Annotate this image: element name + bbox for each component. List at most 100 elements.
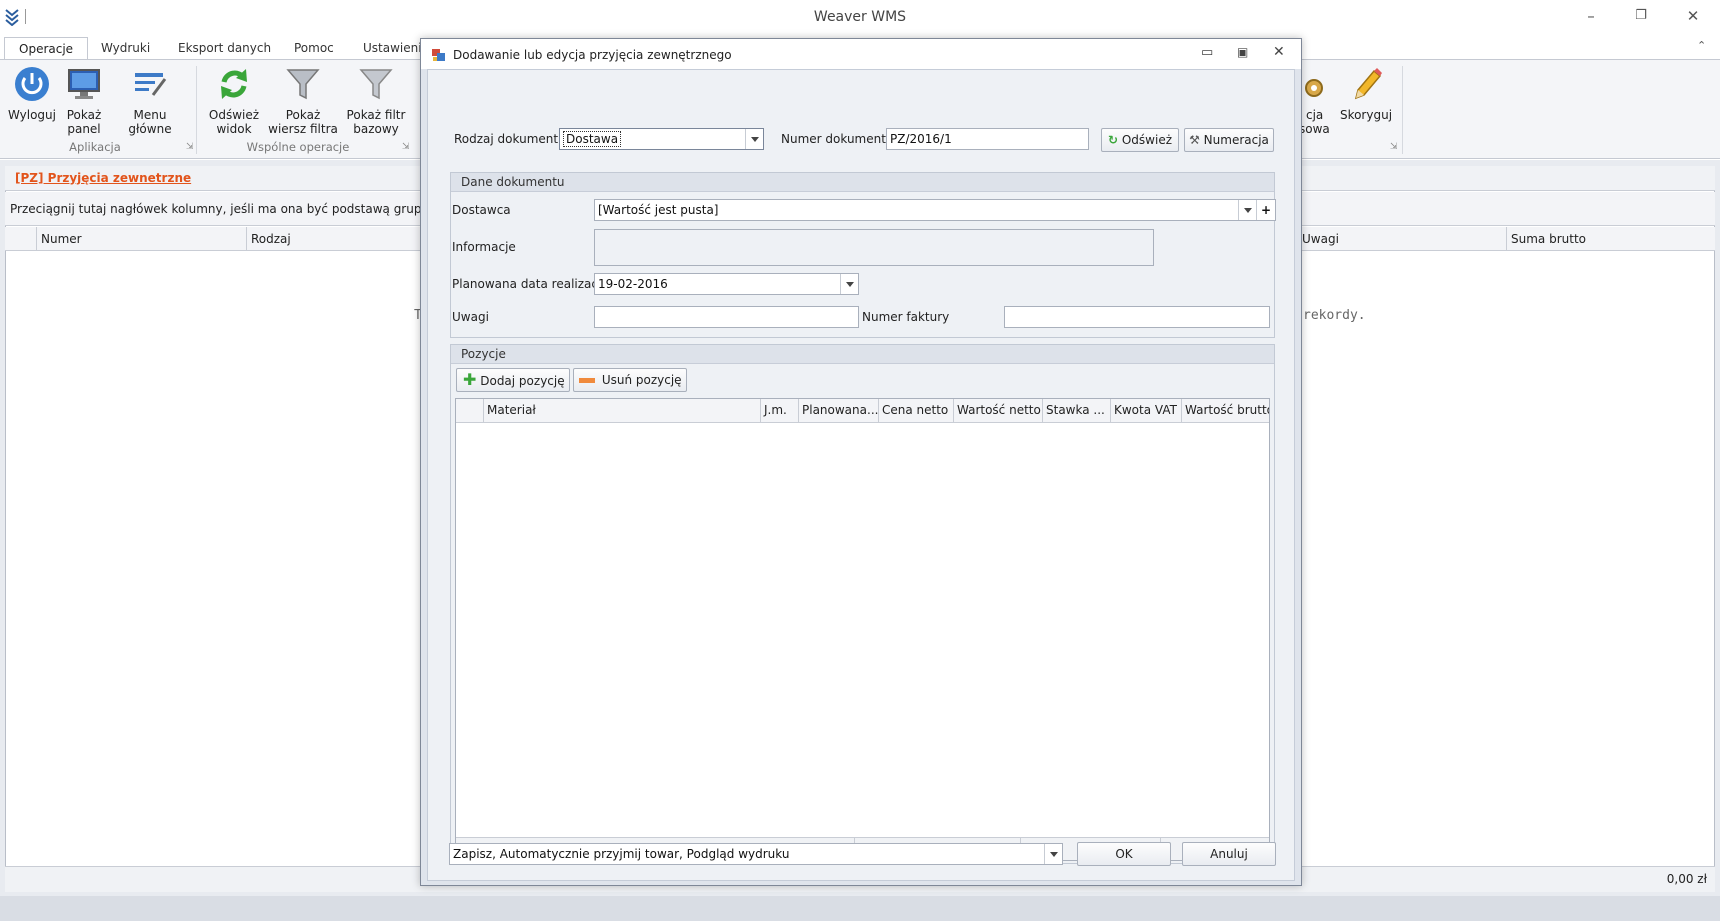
numbering-button[interactable]: ⚒ Numeracja — [1184, 128, 1274, 152]
refresh-button[interactable]: ↻ Odśwież — [1101, 128, 1179, 152]
correct-button[interactable]: Skoryguj — [1336, 64, 1396, 122]
info-field — [594, 229, 1154, 266]
show-base-filter-button[interactable]: Pokaż filtr bazowy — [346, 64, 406, 136]
empty-grid-hint-right: rekordy. — [1303, 308, 1366, 323]
group-label-wspolne: Wspólne operacje — [246, 140, 350, 154]
col-vat-rate[interactable]: Stawka ... — [1043, 399, 1111, 423]
save-action-value: Zapisz, Automatycznie przyjmij towar, Po… — [453, 847, 790, 861]
refresh-button-label: Odśwież — [1121, 133, 1173, 147]
col-gross-value[interactable]: Wartość brutto — [1182, 399, 1269, 423]
power-icon — [12, 64, 52, 104]
group-separator — [1402, 66, 1403, 154]
col-material[interactable]: Materiał — [484, 399, 761, 423]
refresh-icon — [214, 64, 254, 104]
plus-icon: ✚ — [463, 370, 477, 389]
remove-item-button[interactable]: Usuń pozycję — [573, 368, 687, 392]
tab-eksport-danych[interactable]: Eksport danych — [164, 37, 285, 60]
planned-date-label: Planowana data realizacji — [452, 277, 605, 291]
main-menu-icon — [130, 64, 170, 104]
add-supplier-icon[interactable]: + — [1256, 200, 1275, 220]
doc-kind-select[interactable]: Dostawa — [559, 128, 764, 150]
invoice-field[interactable] — [1004, 306, 1270, 328]
ok-button[interactable]: OK — [1077, 842, 1171, 866]
col-planned[interactable]: Planowana... — [799, 399, 879, 423]
col-net-price[interactable]: Cena netto — [879, 399, 954, 423]
doc-number-label: Numer dokumentu — [781, 132, 894, 146]
collapse-ribbon-icon[interactable]: ⌃ — [1697, 39, 1706, 52]
main-menu-label: Menu główne — [128, 108, 172, 136]
dialog-body: Rodzaj dokumentu Dostawa Numer dokumentu… — [427, 69, 1295, 881]
doc-kind-label: Rodzaj dokumentu — [454, 132, 566, 146]
column-header-uwagi[interactable]: Uwagi — [1301, 227, 1506, 251]
invoice-label: Numer faktury — [862, 310, 950, 324]
minimize-icon[interactable]: – — [1580, 6, 1602, 26]
dialog-titlebar: Dodawanie lub edycja przyjęcia zewnętrzn… — [421, 39, 1301, 69]
show-base-filter-label: Pokaż filtr bazowy — [346, 108, 406, 136]
chevron-down-icon[interactable] — [1044, 844, 1062, 864]
dialog-title: Dodawanie lub edycja przyjęcia zewnętrzn… — [453, 48, 732, 62]
save-action-select[interactable]: Zapisz, Automatycznie przyjmij towar, Po… — [449, 843, 1063, 865]
numbering-button-label: Numeracja — [1203, 133, 1269, 147]
monitor-icon — [64, 64, 104, 104]
items-grid-header: Materiał J.m. Planowana... Cena netto Wa… — [456, 399, 1269, 423]
group-by-hint: Przeciągnij tutaj nagłówek kolumny, jeśl… — [10, 202, 465, 216]
tab-wydruki[interactable]: Wydruki — [87, 37, 164, 60]
dialog-maximize-icon[interactable]: ▣ — [1237, 45, 1248, 59]
refresh-small-icon: ↻ — [1107, 133, 1119, 147]
planned-date-field[interactable]: 19-02-2016 — [594, 273, 859, 295]
group-separator — [196, 66, 197, 154]
supplier-dropdown-icon[interactable] — [1238, 200, 1256, 220]
cancel-button[interactable]: Anuluj — [1182, 842, 1276, 866]
row-indicator-header — [456, 399, 484, 423]
show-panel-label: Pokaż panel — [66, 108, 102, 136]
window-titlebar: Weaver WMS – ❐ ✕ — [0, 0, 1720, 34]
panel-title-link[interactable]: [PZ] Przyjęcia zewnetrzne — [15, 171, 191, 185]
doc-number-field[interactable]: PZ/2016/1 — [886, 128, 1089, 150]
bottom-bar — [0, 896, 1720, 921]
tab-pomoc[interactable]: Pomoc — [280, 37, 348, 60]
info-label: Informacje — [452, 240, 516, 254]
dialog-minimize-icon[interactable]: ▭ — [1201, 45, 1213, 60]
show-filter-row-button[interactable]: Pokaż wiersz filtra — [266, 64, 340, 136]
dialog-close-icon[interactable]: ✕ — [1273, 44, 1285, 60]
col-net-value[interactable]: Wartość netto — [954, 399, 1043, 423]
correct-label: Skoryguj — [1339, 108, 1393, 122]
col-unit[interactable]: J.m. — [761, 399, 799, 423]
notes-field[interactable] — [594, 306, 859, 328]
column-header-numer[interactable]: Numer — [36, 227, 246, 251]
group-launcher-icon[interactable]: ⇲ — [402, 142, 410, 152]
doc-data-header: Dane dokumentu — [451, 173, 1274, 192]
items-grid: Materiał J.m. Planowana... Cena netto Wa… — [455, 398, 1270, 861]
main-menu-button[interactable]: Menu główne — [112, 64, 188, 136]
group-launcher-icon[interactable]: ⇲ — [1390, 142, 1398, 152]
pencil-icon — [1346, 64, 1386, 104]
show-filter-row-label: Pokaż wiersz filtra — [268, 108, 338, 136]
notes-label: Uwagi — [452, 310, 489, 324]
refresh-view-button[interactable]: Odśwież widok — [206, 64, 262, 136]
footer-total: 0,00 zł — [1666, 872, 1707, 886]
items-header: Pozycje — [451, 345, 1274, 364]
restore-icon[interactable]: ❐ — [1630, 6, 1652, 26]
column-header-rodzaj[interactable]: Rodzaj — [246, 227, 426, 251]
close-icon[interactable]: ✕ — [1682, 6, 1704, 26]
col-vat-amount[interactable]: Kwota VAT — [1111, 399, 1182, 423]
logout-button[interactable]: Wyloguj — [6, 64, 58, 122]
calendar-dropdown-icon[interactable] — [840, 274, 858, 294]
add-item-button[interactable]: ✚ Dodaj pozycję — [456, 368, 570, 392]
planned-date-value: 19-02-2016 — [598, 277, 668, 291]
column-header-suma-brutto[interactable]: Suma brutto — [1506, 227, 1715, 251]
supplier-field[interactable]: [Wartość jest pusta] + — [594, 199, 1276, 221]
chevron-down-icon[interactable] — [745, 129, 763, 149]
refresh-view-label: Odśwież widok — [208, 108, 260, 136]
base-filter-icon — [356, 64, 396, 104]
logout-label: Wyloguj — [8, 108, 56, 122]
dialog-window: Dodawanie lub edycja przyjęcia zewnętrzn… — [420, 38, 1302, 886]
group-launcher-icon[interactable]: ⇲ — [186, 142, 194, 152]
dialog-app-icon — [431, 48, 446, 62]
supplier-value: [Wartość jest pusta] — [598, 203, 719, 217]
group-label-aplikacja: Aplikacja — [69, 140, 121, 154]
remove-item-label: Usuń pozycję — [601, 373, 682, 387]
show-panel-button[interactable]: Pokaż panel — [64, 64, 104, 136]
add-item-label: Dodaj pozycję — [480, 374, 565, 388]
tab-operacje[interactable]: Operacje — [4, 37, 89, 60]
